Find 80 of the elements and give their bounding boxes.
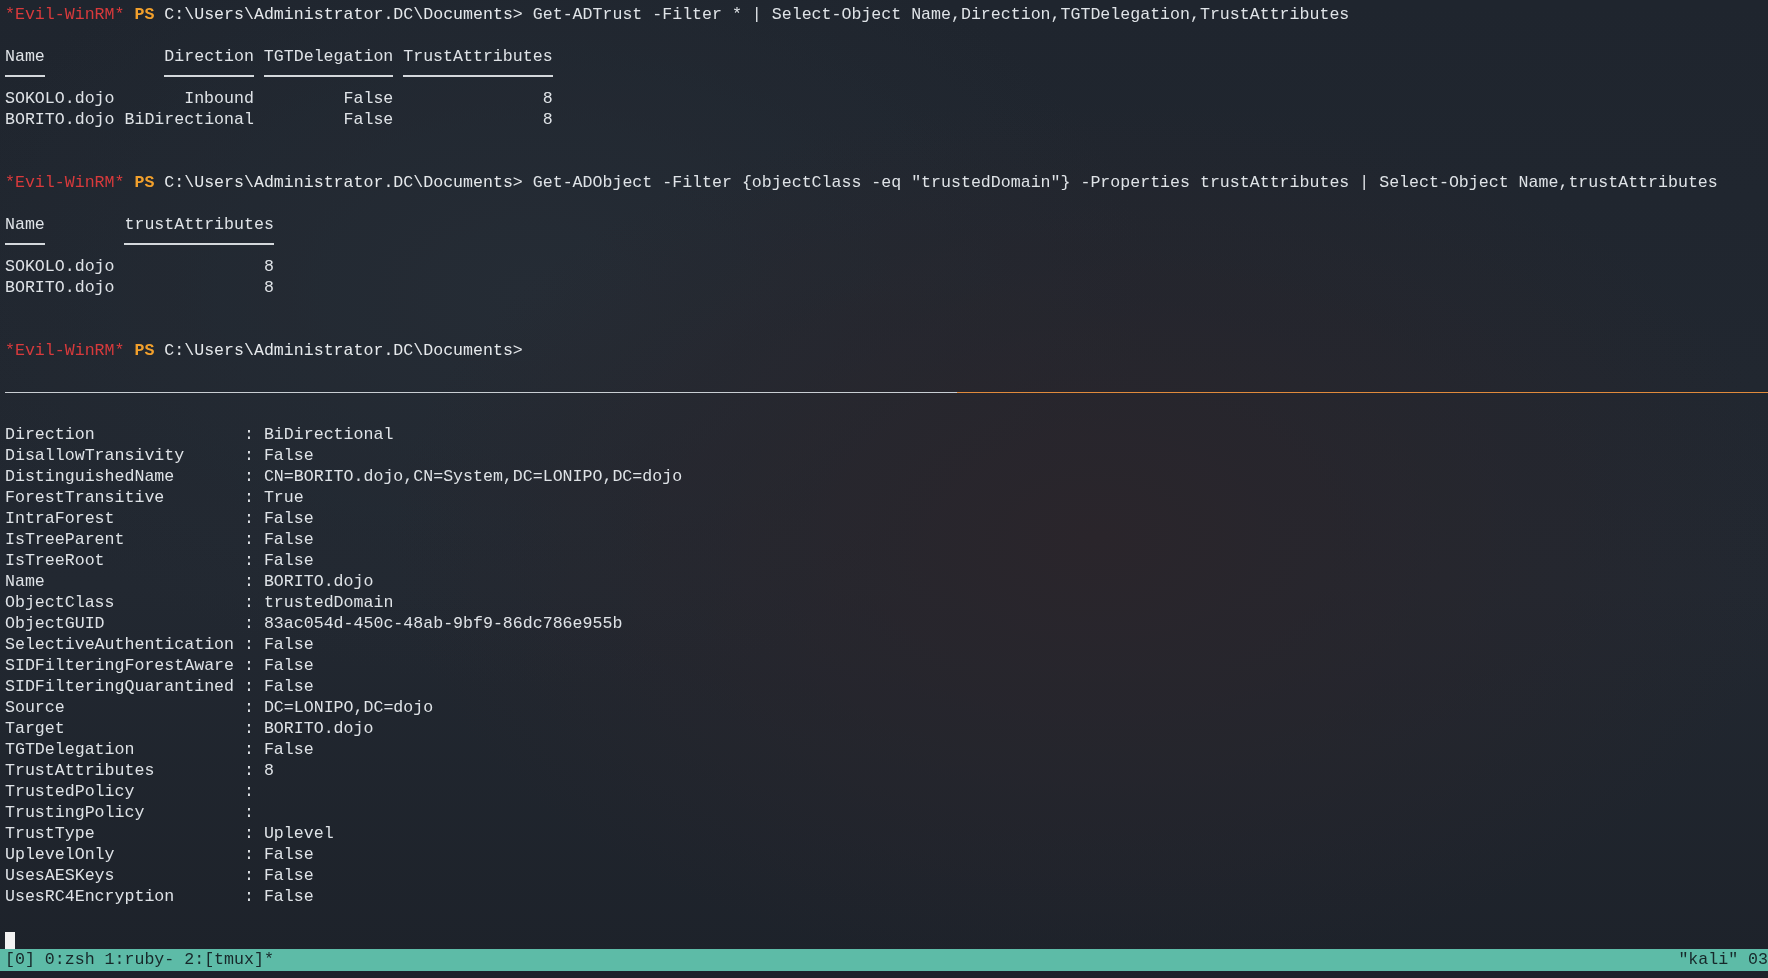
property-value: : CN=BORITO.dojo,CN=System,DC=LONIPO,DC=dojo xyxy=(243,466,683,487)
property-value: : BORITO.dojo xyxy=(243,571,374,592)
property-name: TGTDelegation xyxy=(5,739,135,760)
session-label: [0] xyxy=(5,949,35,971)
property-value: : xyxy=(243,802,254,823)
prompt-path: C:\Users\Administrator.DC\Documents> xyxy=(164,172,523,193)
property-name: SelectiveAuthentication xyxy=(5,634,235,655)
property-name: IsTreeRoot xyxy=(5,550,105,571)
shell-label: *Evil-WinRM* xyxy=(5,172,125,193)
property-value: : BiDirectional xyxy=(243,424,394,445)
property-value: : 83ac054d-450c-48ab-9bf9-86dc786e955b xyxy=(243,613,623,634)
property-name: TrustType xyxy=(5,823,95,844)
property-value: : False xyxy=(243,634,314,655)
command-text: Get-ADObject -Filter {objectClass -eq "trustedDomain"} -Properties trustAttributes | Select-Object Name,trustAttributes xyxy=(532,172,1718,193)
property-value: : BORITO.dojo xyxy=(243,718,374,739)
table-cell: Inbound xyxy=(184,88,254,109)
property-value: : False xyxy=(243,445,314,466)
property-value: : DC=LONIPO,DC=dojo xyxy=(243,697,434,718)
column-header: Name xyxy=(5,214,45,235)
property-name: DisallowTransivity xyxy=(5,445,185,466)
property-value: : False xyxy=(243,655,314,676)
table-cell: 8 xyxy=(542,88,553,109)
ps-label: PS xyxy=(134,340,155,361)
property-value: : 8 xyxy=(243,760,274,781)
column-header: TGTDelegation xyxy=(263,46,394,67)
property-name: IntraForest xyxy=(5,508,115,529)
property-name: DistinguishedName xyxy=(5,466,175,487)
prompt-path: C:\Users\Administrator.DC\Documents> xyxy=(164,340,523,361)
property-value: : xyxy=(243,781,254,802)
property-name: SIDFilteringQuarantined xyxy=(5,676,235,697)
property-value: : False xyxy=(243,550,314,571)
column-header: Direction xyxy=(164,46,254,67)
property-name: Target xyxy=(5,718,65,739)
host-label: "kali" 03 xyxy=(1678,949,1768,971)
shell-label: *Evil-WinRM* xyxy=(5,340,125,361)
table-cell: SOKOLO.dojo xyxy=(5,88,115,109)
property-name: TrustingPolicy xyxy=(5,802,145,823)
table-cell: BORITO.dojo xyxy=(5,277,115,298)
window-tab[interactable]: 1:ruby- xyxy=(104,949,175,971)
property-value: : False xyxy=(243,844,314,865)
property-name: ObjectGUID xyxy=(5,613,105,634)
prompt-path: C:\Users\Administrator.DC\Documents> xyxy=(164,4,523,25)
table-cell: False xyxy=(343,88,394,109)
table-cell: BiDirectional xyxy=(124,109,254,130)
property-name: ObjectClass xyxy=(5,592,115,613)
table-cell: 8 xyxy=(263,256,274,277)
ps-label: PS xyxy=(134,172,155,193)
table-cell: 8 xyxy=(542,109,553,130)
table-cell: BORITO.dojo xyxy=(5,109,115,130)
window-tab[interactable]: 2:[tmux]* xyxy=(184,949,274,971)
property-name: TrustAttributes xyxy=(5,760,155,781)
property-name: IsTreeParent xyxy=(5,529,125,550)
table-cell: False xyxy=(343,109,394,130)
property-name: SIDFilteringForestAware xyxy=(5,655,235,676)
property-value: : False xyxy=(243,886,314,907)
property-name: UsesAESKeys xyxy=(5,865,115,886)
property-name: TrustedPolicy xyxy=(5,781,135,802)
property-value: : trustedDomain xyxy=(243,592,394,613)
property-value: : False xyxy=(243,865,314,886)
property-value: : False xyxy=(243,676,314,697)
command-text: Get-ADTrust -Filter * | Select-Object Name,Direction,TGTDelegation,TrustAttributes xyxy=(532,4,1350,25)
table-cell: 8 xyxy=(263,277,274,298)
property-name: UplevelOnly xyxy=(5,844,115,865)
column-header: TrustAttributes xyxy=(403,46,553,67)
property-name: Source xyxy=(5,697,65,718)
ps-label: PS xyxy=(134,4,155,25)
property-value: : True xyxy=(243,487,304,508)
shell-label: *Evil-WinRM* xyxy=(5,4,125,25)
property-value: : False xyxy=(243,529,314,550)
property-value: : False xyxy=(243,739,314,760)
column-header: trustAttributes xyxy=(124,214,274,235)
table-cell: SOKOLO.dojo xyxy=(5,256,115,277)
property-name: UsesRC4Encryption xyxy=(5,886,175,907)
property-name: ForestTransitive xyxy=(5,487,165,508)
window-tab[interactable]: 0:zsh xyxy=(44,949,95,971)
property-value: : False xyxy=(243,508,314,529)
property-value: : Uplevel xyxy=(243,823,334,844)
property-name: Direction xyxy=(5,424,95,445)
column-header: Name xyxy=(5,46,45,67)
property-name: Name xyxy=(5,571,45,592)
